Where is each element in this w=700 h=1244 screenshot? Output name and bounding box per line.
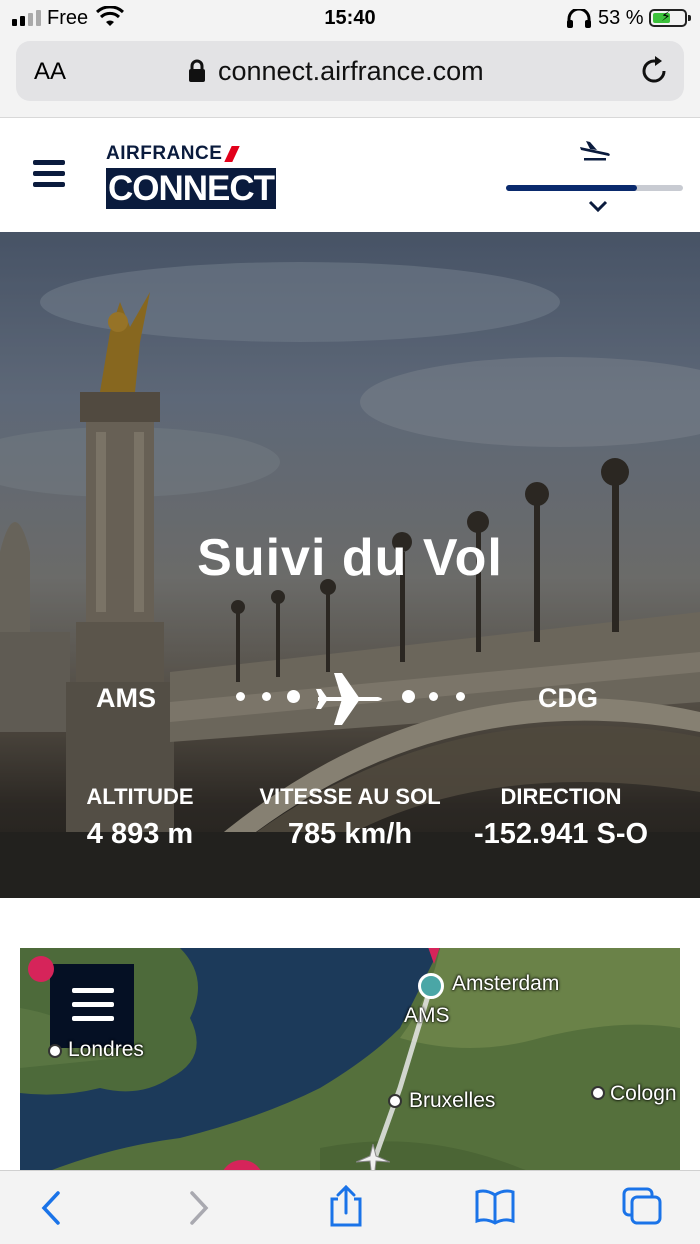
stat-ground-speed: VITESSE AU SOL 785 km/h — [250, 784, 450, 851]
airfrance-connect-logo[interactable]: AIRFRANCE CONNECT — [106, 143, 276, 209]
share-icon[interactable] — [328, 1184, 364, 1234]
map-marker-icon — [28, 956, 54, 982]
status-bar: Free 15:40 53 % ⚡ — [0, 0, 700, 38]
back-icon[interactable] — [38, 1189, 64, 1232]
site-header: AIRFRANCE CONNECT — [0, 119, 700, 232]
map-label-ams: AMS — [404, 1004, 450, 1027]
chevron-down-icon[interactable] — [588, 200, 608, 219]
hero-banner: Suivi du Vol AMS CDG ALTITUDE 4 893 m VI… — [0, 232, 700, 898]
city-dot — [591, 1086, 605, 1100]
flight-progress-widget[interactable] — [506, 139, 683, 213]
current-position-marker — [418, 973, 444, 999]
stat-label: ALTITUDE — [86, 784, 194, 809]
browser-address-area: AA connect.airfrance.com — [0, 38, 700, 118]
flight-route: AMS CDG — [0, 673, 700, 725]
url-text[interactable]: connect.airfrance.com — [218, 56, 484, 87]
stat-altitude: ALTITUDE 4 893 m — [82, 784, 198, 851]
map-label-cologne: Cologn — [610, 1082, 677, 1105]
map-label-londres: Londres — [68, 1038, 144, 1061]
browser-toolbar — [0, 1170, 700, 1244]
stat-value: 4 893 m — [86, 818, 194, 850]
city-dot — [48, 1044, 62, 1058]
address-bar[interactable]: AA connect.airfrance.com — [16, 41, 684, 101]
stat-label: VITESSE AU SOL — [259, 784, 441, 809]
map-label-amsterdam: Amsterdam — [452, 972, 560, 995]
origin-airport: AMS — [96, 683, 156, 713]
stat-label: DIRECTION — [500, 784, 622, 809]
map-label-bruxelles: Bruxelles — [409, 1089, 496, 1112]
logo-connect-block: CONNECT — [106, 168, 276, 209]
text-size-button[interactable]: AA — [34, 58, 66, 86]
reload-icon[interactable] — [640, 55, 670, 92]
forward-icon[interactable] — [186, 1189, 212, 1232]
page-title: Suivi du Vol — [197, 529, 503, 587]
bookmarks-icon[interactable] — [474, 1189, 516, 1230]
flight-progress-bar — [506, 185, 683, 191]
map-menu-button[interactable] — [50, 964, 134, 1048]
destination-airport: CDG — [538, 683, 598, 713]
headphones-icon — [566, 7, 592, 34]
clock: 15:40 — [324, 7, 376, 29]
hamburger-menu-icon[interactable] — [33, 160, 65, 193]
airplane-icon — [316, 671, 386, 732]
city-dot — [388, 1094, 402, 1108]
battery-percentage: 53 % — [598, 7, 644, 29]
stat-value: -152.941 S-O — [473, 818, 649, 850]
stat-value: 785 km/h — [287, 818, 413, 850]
plane-landing-icon — [578, 139, 612, 166]
battery-icon: ⚡ — [649, 8, 691, 27]
lock-icon — [188, 59, 206, 88]
stat-direction: DIRECTION -152.941 S-O — [466, 784, 656, 851]
logo-wordmark: AIRFRANCE — [106, 143, 223, 164]
tabs-icon[interactable] — [620, 1187, 664, 1232]
